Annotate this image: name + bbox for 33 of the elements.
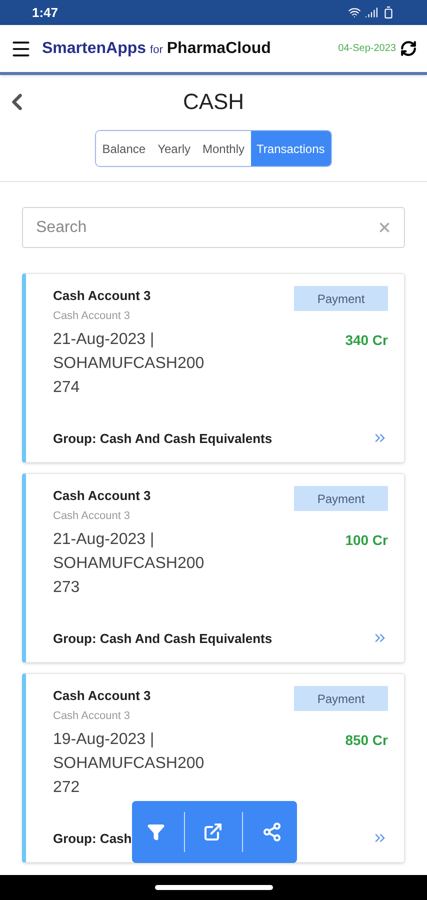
export-icon[interactable]	[203, 822, 224, 842]
status-time: 1:47	[32, 4, 58, 22]
account-subtitle: Cash Account 3	[53, 308, 132, 324]
account-subtitle: Cash Account 3	[53, 708, 132, 724]
type-label: Payment	[294, 486, 388, 511]
account-name: Cash Account 3	[53, 287, 151, 305]
type-label: Payment	[294, 286, 388, 311]
amount: 340 Cr	[345, 331, 388, 350]
amount: 850 Cr	[345, 731, 388, 750]
filter-icon[interactable]	[147, 823, 166, 841]
transaction-card[interactable]: Cash Account 3 Cash Account 3 Payment 21-Aug-2023 | SOHAMUFCASH200 274 340 Cr Group: Cash And Cash Equivalents	[22, 273, 405, 463]
transaction-card[interactable]: Cash Account 3 Cash Account 3 Payment 21-Aug-2023 | SOHAMUFCASH200 273 100 Cr Group: Cash And Cash Equivalents	[22, 473, 405, 663]
account-name: Cash Account 3	[53, 487, 151, 505]
page-title: CASH	[182, 88, 244, 116]
refresh-button[interactable]	[400, 40, 417, 57]
group-label: Group: Cash	[53, 830, 132, 848]
transaction-detail: 21-Aug-2023 | SOHAMUFCASH200 273	[53, 530, 203, 598]
app-logo-text: SmartenApps for PharmaCloud	[42, 38, 271, 58]
search-field[interactable]: Search	[22, 207, 405, 248]
share-icon[interactable]	[262, 822, 282, 842]
clear-icon[interactable]	[377, 220, 392, 235]
account-name: Cash Account 3	[53, 687, 151, 705]
transaction-detail: 19-Aug-2023 | SOHAMUFCASH200 272	[53, 730, 203, 798]
amount: 100 Cr	[345, 531, 388, 550]
group-label: Group: Cash And Cash Equivalents	[53, 630, 272, 648]
home-handle[interactable]	[154, 885, 272, 890]
battery-icon	[382, 6, 395, 19]
group-label: Group: Cash And Cash Equivalents	[53, 430, 272, 448]
transaction-detail: 21-Aug-2023 | SOHAMUFCASH200 274	[53, 330, 203, 398]
signal-icon	[365, 6, 378, 19]
header-date: 04-Sep-2023	[338, 42, 396, 56]
account-subtitle: Cash Account 3	[53, 508, 132, 524]
type-label: Payment	[294, 686, 388, 711]
